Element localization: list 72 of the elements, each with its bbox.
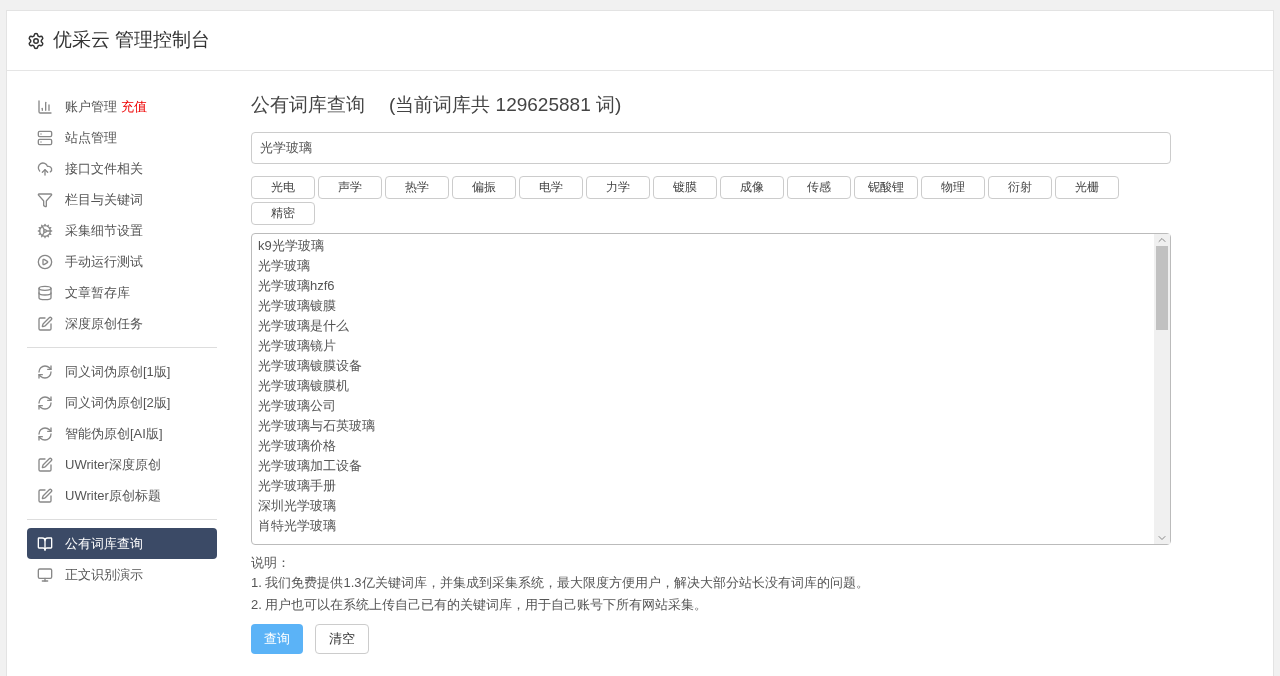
refresh-icon	[37, 394, 53, 411]
keyword-item: 光学玻璃与石英玻璃	[258, 416, 376, 435]
bar-chart-icon	[37, 98, 53, 115]
settings-icon	[27, 31, 45, 50]
sidebar-item[interactable]: 账户管理 充值	[27, 91, 217, 122]
keyword-item: 光学玻璃公司	[258, 396, 337, 415]
keyword-item: 光学玻璃是什么	[258, 316, 350, 335]
tag-button[interactable]: 物理	[921, 175, 985, 199]
tag-button[interactable]: 成像	[720, 175, 784, 199]
keyword-item: 光学玻璃手册	[258, 476, 337, 495]
scroll-thumb[interactable]	[1156, 245, 1168, 330]
tag-button[interactable]: 声学	[318, 175, 382, 199]
sidebar-item[interactable]: 同义词伪原创[1版]	[27, 356, 217, 387]
sidebar-item[interactable]: 同义词伪原创[2版]	[27, 387, 217, 418]
server-icon	[37, 129, 53, 146]
sidebar-item[interactable]: 文章暂存库	[27, 277, 217, 308]
tag-button[interactable]: 传感	[787, 175, 851, 199]
sidebar-item[interactable]: 栏目与关键词	[27, 184, 217, 215]
sidebar-item[interactable]: 手动运行测试	[27, 246, 217, 277]
keyword-item: 光学玻璃hzf6	[258, 276, 336, 295]
tag-button[interactable]: 镀膜	[653, 175, 717, 199]
tag-button[interactable]: 力学	[586, 175, 650, 199]
console-title: 优采云 管理控制台	[53, 28, 211, 53]
edit-icon	[37, 456, 53, 473]
tag-button[interactable]: 电学	[519, 175, 583, 199]
play-icon	[37, 253, 53, 270]
sidebar-item[interactable]: 深度原创任务	[27, 308, 217, 339]
book-icon	[37, 535, 53, 552]
sidebar-item[interactable]: 正文识别演示	[27, 559, 217, 590]
keyword-item: k9光学玻璃	[258, 236, 325, 255]
keyword-item: 肖特光学玻璃	[258, 516, 337, 535]
database-icon	[37, 284, 53, 301]
keyword-item: 光学玻璃镀膜	[258, 296, 337, 315]
tag-button[interactable]: 热学	[385, 175, 449, 199]
sidebar-item[interactable]: UWriter原创标题	[27, 480, 217, 511]
sidebar-item[interactable]: 接口文件相关	[27, 153, 217, 184]
sidebar-item[interactable]: 公有词库查询	[27, 528, 217, 559]
edit-icon	[37, 487, 53, 504]
keyword-item: 光学玻璃	[258, 256, 311, 275]
word-count: (当前词库共 129625881 词)	[389, 93, 622, 117]
tag-button[interactable]: 铌酸锂	[854, 175, 918, 199]
sidebar-item[interactable]: 采集细节设置	[27, 215, 217, 246]
tag-button[interactable]: 精密	[251, 201, 315, 225]
refresh-icon	[37, 363, 53, 380]
note-text: 1. 我们免费提供1.3亿关键词库，并集成到采集系统，最大限度方便用户，解决大部分站长没有词库的问题。	[251, 574, 870, 592]
search-field[interactable]: 光学玻璃	[251, 131, 1171, 164]
sidebar-item[interactable]: 站点管理	[27, 122, 217, 153]
notes-heading: 说明：	[251, 553, 291, 572]
monitor-icon	[37, 566, 53, 583]
refresh-icon	[37, 425, 53, 442]
tag-button[interactable]: 光栅	[1055, 175, 1119, 199]
sidebar-item[interactable]: 智能伪原创[AI版]	[27, 418, 217, 449]
cloud-upload-icon	[37, 160, 53, 177]
keyword-item: 光学玻璃镀膜机	[258, 376, 350, 395]
keyword-item: 光学玻璃镜片	[258, 336, 337, 355]
clear-button[interactable]: 清空	[315, 624, 369, 654]
keyword-item: 光学玻璃加工设备	[258, 456, 363, 475]
gear-icon	[37, 222, 53, 239]
tag-button[interactable]: 偏振	[452, 175, 516, 199]
tag-button[interactable]: 衍射	[988, 175, 1052, 199]
funnel-icon	[37, 191, 53, 208]
page-title: 公有词库查询	[251, 93, 365, 117]
recharge-link[interactable]: 充值	[121, 96, 147, 117]
keyword-list[interactable]: k9光学玻璃 光学玻璃 光学玻璃hzf6 光学玻璃镀膜 光学玻璃是什么 光学玻璃镜片 光学玻璃镀膜设备 光学玻璃镀膜机 光学玻璃公司 光学玻璃与石英玻璃 光学玻璃价格 光学玻璃加工设备 光学玻璃手册 深圳光学玻璃 肖特光学玻璃	[251, 232, 1171, 545]
keyword-item: 光学玻璃镀膜设备	[258, 356, 363, 375]
edit-icon	[37, 315, 53, 332]
sidebar-item[interactable]: UWriter深度原创	[27, 449, 217, 480]
tag-button[interactable]: 光电	[251, 175, 315, 199]
scrollbar[interactable]	[1154, 233, 1170, 544]
note-text: 2. 用户也可以在系统上传自己已有的关键词库，用于自己账号下所有网站采集。	[251, 596, 709, 614]
keyword-item: 光学玻璃价格	[258, 436, 337, 455]
keyword-item: 深圳光学玻璃	[258, 496, 337, 515]
